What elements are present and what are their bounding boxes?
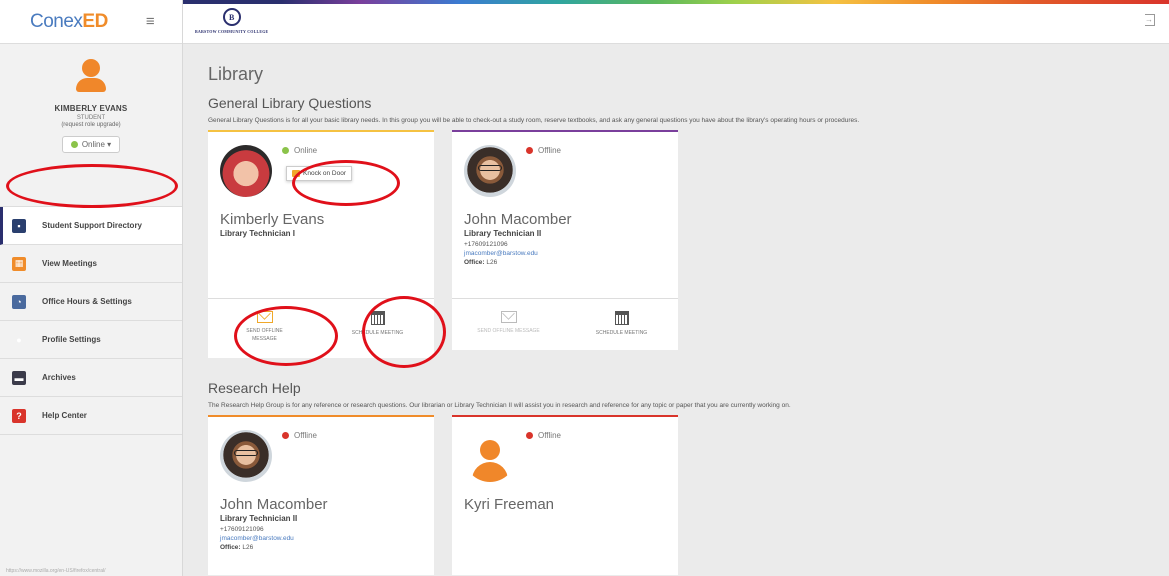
staff-photo (220, 145, 272, 197)
staff-email-link[interactable]: jmacomber@barstow.edu (464, 250, 666, 257)
staff-name: Kimberly Evans (220, 211, 325, 228)
knock-on-door-button[interactable]: Knock on Door (286, 166, 352, 181)
envelope-icon (256, 311, 273, 323)
staff-office: Office: L26 (464, 259, 498, 266)
status-label: Online ▾ (81, 140, 112, 149)
main-content: Library General Library Questions Genera… (208, 44, 1148, 575)
offline-status-icon (526, 147, 533, 154)
archive-icon: ▬ (12, 370, 26, 385)
staff-cards: Offline John Macomber Library Technician… (208, 415, 1148, 575)
staff-title: Library Technician II (464, 229, 542, 238)
sidebar-item-view-meetings[interactable]: ▦ View Meetings (0, 245, 182, 283)
staff-card: Online Knock on Door Kimberly Evans Libr… (208, 130, 434, 358)
envelope-icon (500, 311, 517, 323)
schedule-meeting-button[interactable]: SCHEDULE MEETING (565, 299, 678, 350)
clock-settings-icon: ◔ (12, 294, 26, 309)
staff-name: Kyri Freeman (464, 496, 555, 513)
group-description: General Library Questions is for all you… (208, 117, 860, 124)
group-title: Research Help (208, 380, 301, 396)
status-dropdown[interactable]: Online ▾ (61, 136, 121, 153)
staff-status: Offline (526, 146, 561, 155)
staff-photo (220, 430, 272, 482)
staff-name: John Macomber (220, 496, 328, 513)
staff-cards: Online Knock on Door Kimberly Evans Libr… (208, 130, 1148, 358)
staff-card: Offline John Macomber Library Technician… (208, 415, 434, 575)
offline-status-icon (282, 432, 289, 439)
avatar (74, 58, 108, 92)
top-header: B BARSTOW COMMUNITY COLLEGE → (183, 4, 1169, 44)
card-actions: SEND OFFLINE MESSAGE SCHEDULE MEETING (452, 298, 678, 350)
staff-card: Offline John Macomber Library Technician… (452, 130, 678, 350)
calendar-icon (614, 311, 629, 325)
staff-photo-placeholder (464, 430, 516, 482)
staff-title: Library Technician I (220, 229, 295, 238)
user-name: KIMBERLY EVANS (54, 104, 128, 113)
sidebar-item-help-center[interactable]: ? Help Center (0, 397, 182, 435)
college-logo[interactable]: B BARSTOW COMMUNITY COLLEGE (195, 8, 268, 34)
group-description: The Research Help Group is for any refer… (208, 402, 791, 409)
calendar-icon (370, 311, 385, 325)
help-icon: ? (12, 408, 26, 423)
staff-email-link[interactable]: jmacomber@barstow.edu (220, 535, 422, 542)
card-actions: SEND OFFLINE MESSAGE SCHEDULE MEETING (208, 298, 434, 358)
sidebar-item-profile-settings[interactable]: ● Profile Settings (0, 321, 182, 359)
door-enter-icon (292, 170, 300, 177)
hamburger-icon[interactable]: ≡ (146, 13, 155, 30)
staff-office: Office: L26 (220, 544, 254, 551)
college-seal-icon: B (222, 8, 241, 26)
online-status-icon (70, 141, 78, 148)
sidebar-item-office-hours-settings[interactable]: ◔ Office Hours & Settings (0, 283, 182, 321)
logout-icon[interactable]: → (1145, 14, 1155, 26)
status-bar-url: https://www.mozilla.org/en-US/firefox/ce… (6, 568, 106, 574)
staff-phone: +17609121096 (464, 241, 508, 248)
conexed-logo[interactable]: ConexED (30, 11, 108, 33)
user-profile: KIMBERLY EVANS STUDENT (request role upg… (0, 44, 182, 207)
sidebar-item-archives[interactable]: ▬ Archives (0, 359, 182, 397)
profile-settings-icon: ● (16, 334, 22, 345)
college-name: BARSTOW COMMUNITY COLLEGE (195, 29, 269, 34)
staff-status: Offline (526, 431, 561, 440)
staff-title: Library Technician II (220, 514, 298, 523)
staff-photo (464, 145, 516, 197)
sidebar: ConexED ≡ KIMBERLY EVANS STUDENT (reques… (0, 0, 183, 576)
calendar-icon: ▦ (12, 256, 26, 271)
page-title: Library (208, 64, 264, 84)
schedule-meeting-button[interactable]: SCHEDULE MEETING (321, 299, 434, 358)
online-status-icon (282, 147, 289, 154)
staff-phone: +17609121096 (220, 526, 264, 533)
staff-status: Online (282, 146, 317, 155)
directory-icon: ▪ (12, 218, 26, 233)
brand-bar: ConexED ≡ (0, 0, 182, 44)
offline-status-icon (526, 432, 533, 439)
sidebar-item-student-support-directory[interactable]: ▪ Student Support Directory (0, 207, 182, 245)
request-role-upgrade-link[interactable]: (request role upgrade) (0, 122, 182, 128)
staff-status: Offline (282, 431, 317, 440)
send-offline-message-button[interactable]: SEND OFFLINE MESSAGE (208, 299, 321, 358)
send-offline-message-button[interactable]: SEND OFFLINE MESSAGE (452, 299, 565, 350)
staff-name: John Macomber (464, 211, 572, 228)
group-title: General Library Questions (208, 95, 372, 111)
sidebar-nav: ▪ Student Support Directory ▦ View Meeti… (0, 207, 182, 435)
staff-card: Offline Kyri Freeman (452, 415, 678, 575)
user-role: STUDENT (76, 115, 106, 121)
